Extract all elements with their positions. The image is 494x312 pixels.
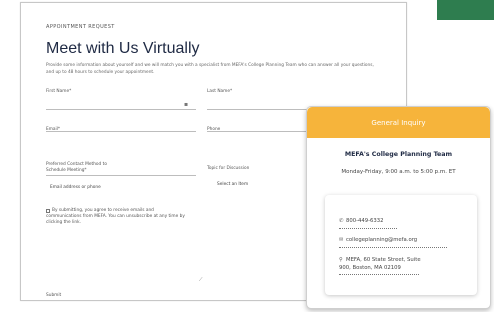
email-divider [339,247,447,248]
address-line2: 900, Boston, MA 02109 [339,265,401,271]
form-intro-line1: Provide some information about yourself … [46,63,317,68]
topic-select[interactable]: Select an Item [217,182,248,187]
form-intro: Provide some information about yourself … [46,63,376,76]
first-name-input[interactable] [46,109,196,110]
contact-method-value[interactable]: Email address or phone [50,185,101,190]
form-title: Meet with Us Virtually [46,40,200,57]
autofill-key-icon[interactable]: ▪ [184,101,188,108]
phone-icon: ✆ [339,218,344,224]
first-name-label: First Name* [46,89,72,94]
contact-method-select[interactable] [46,175,196,176]
inquiry-hours: Monday-Friday, 9:00 a.m. to 5:00 p.m. ET [341,169,456,175]
email-input[interactable] [46,131,196,132]
address-line1: MEFA, 60 State Street, Suite [346,257,421,263]
envelope-icon: ✉ [339,237,344,243]
contact-method-label-1: Preferred Contact Method to [46,162,107,167]
general-inquiry-card: General Inquiry MEFA's College Planning … [306,106,491,309]
page: APPOINTMENT REQUEST Meet with Us Virtual… [0,0,494,312]
email-row[interactable]: ✉ collegeplanning@mefa.org [339,236,417,244]
phone-number: 800-449-6332 [346,218,384,224]
inquiry-header: General Inquiry [307,107,490,138]
resize-handle-icon[interactable]: ⟋ [199,277,203,283]
consent-line1: By submitting, you agree to receive emai… [52,208,154,213]
green-banner [437,0,494,20]
submit-button[interactable]: Submit [46,293,61,298]
address-divider [339,274,419,275]
map-pin-icon: ⚲ [339,257,343,263]
email-address: collegeplanning@mefa.org [346,237,418,243]
inquiry-team-name: MEFA's College Planning Team [344,151,453,158]
consent-line3: clicking the link. [46,220,81,225]
consent-line2: communications from MEFA. You can unsubs… [46,214,185,219]
contact-method-label-2: Schedule Meeting* [46,168,87,173]
phone-divider [339,228,397,229]
phone-row[interactable]: ✆ 800-449-6332 [339,217,384,225]
contact-info-panel: ✆ 800-449-6332 ✉ collegeplanning@mefa.org … [325,195,477,295]
form-eyebrow: APPOINTMENT REQUEST [46,24,115,30]
address-row[interactable]: ⚲ MEFA, 60 State Street, Suite 900, Bosto… [339,256,421,272]
consent-checkbox[interactable] [46,209,50,213]
last-name-label: Last Name* [207,89,233,94]
topic-label: Topic for Discussion [207,166,250,171]
